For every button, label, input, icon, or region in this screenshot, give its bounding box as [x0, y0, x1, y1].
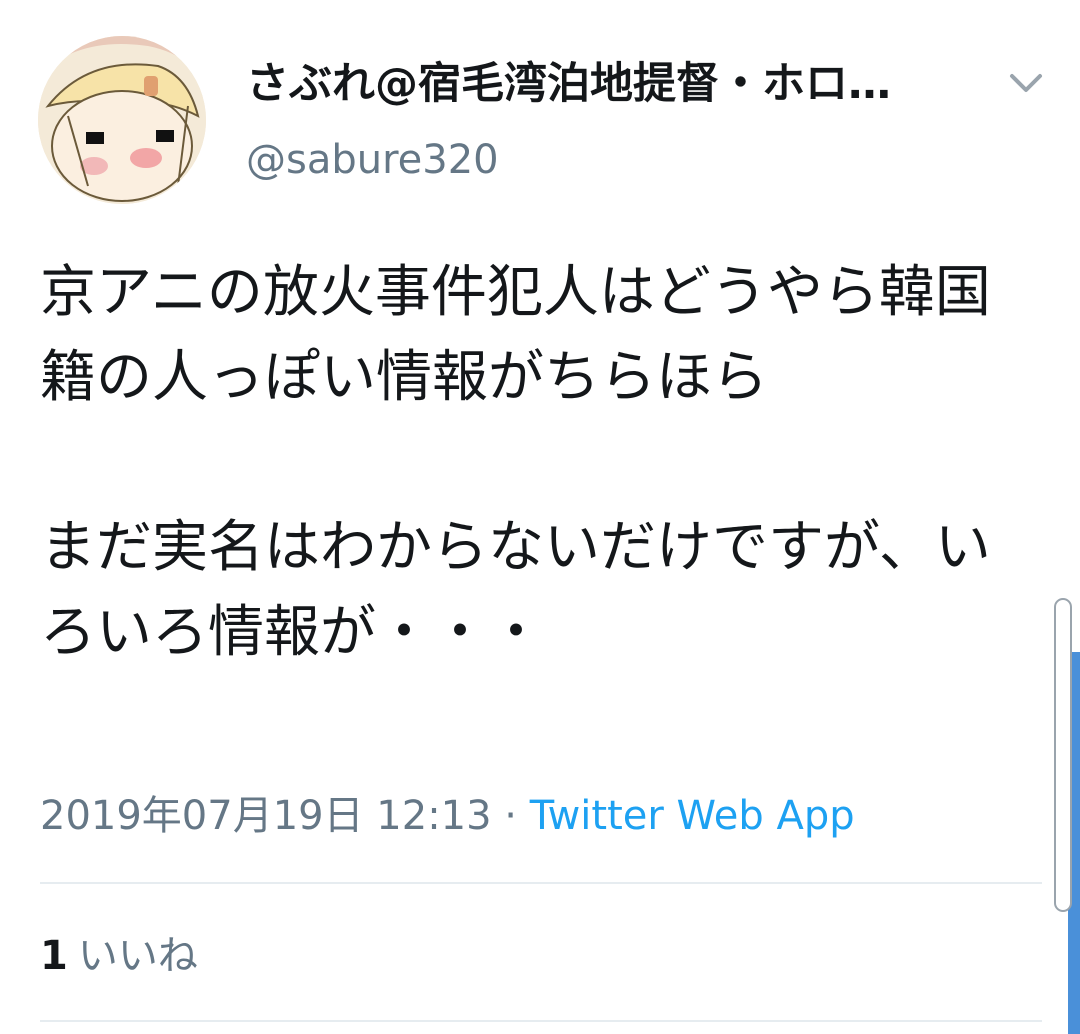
scrollbar[interactable]	[1054, 598, 1072, 912]
avatar-illustration	[38, 36, 206, 204]
like-label: いいね	[77, 933, 198, 979]
user-handle[interactable]: @sabure320	[246, 134, 499, 186]
display-name[interactable]: さぶれ@宿毛湾泊地提督・ホロ…	[246, 56, 966, 112]
meta-separator: ·	[491, 793, 530, 839]
like-count: 1	[40, 933, 68, 979]
likes-stat[interactable]: 1 いいね	[40, 930, 198, 982]
tweet-meta: 2019年07月19日 12:13 · Twitter Web App	[40, 790, 855, 842]
divider	[40, 1020, 1042, 1022]
timestamp[interactable]: 2019年07月19日 12:13	[40, 793, 492, 839]
tweet-text: 京アニの放火事件犯人はどうやら韓国籍の人っぽい情報がちらほら まだ実名はわからな…	[40, 260, 991, 665]
avatar[interactable]	[38, 36, 206, 204]
source-link[interactable]: Twitter Web App	[530, 793, 855, 839]
chevron-down-icon[interactable]	[1006, 64, 1046, 100]
divider	[40, 882, 1042, 884]
